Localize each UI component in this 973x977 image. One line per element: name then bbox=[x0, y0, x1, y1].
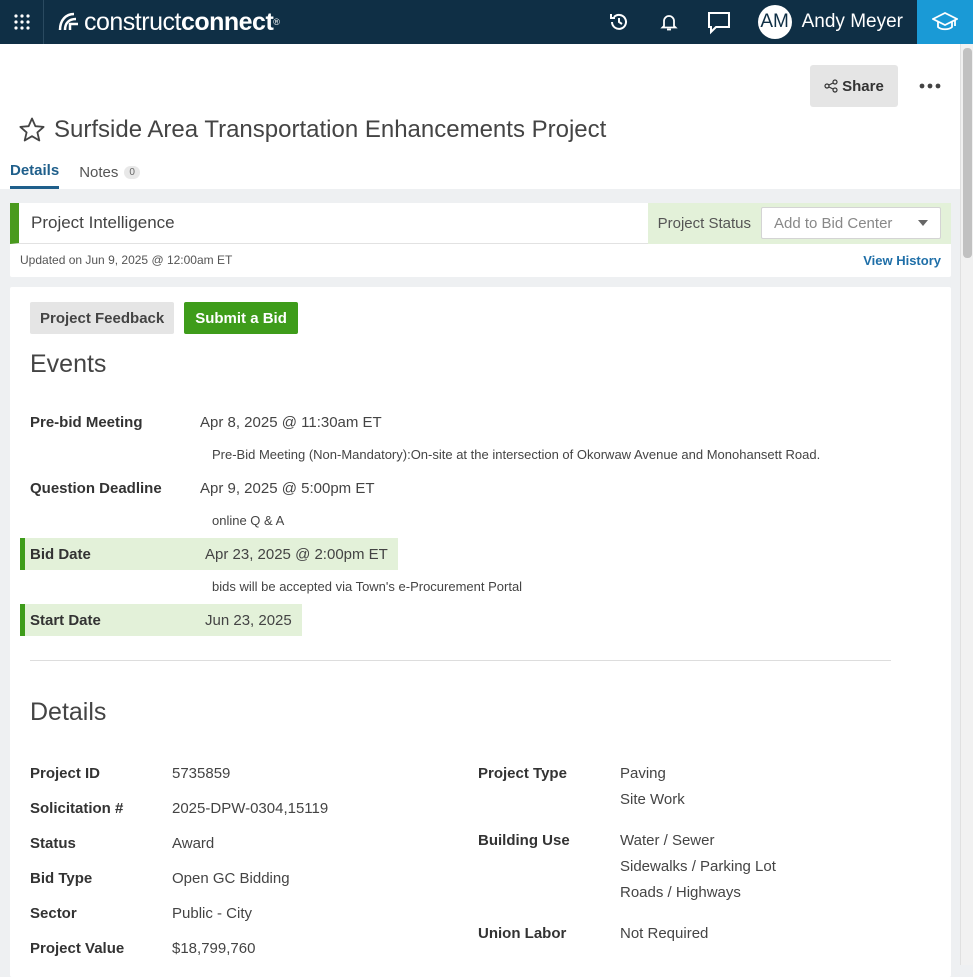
detail-value: Site Work bbox=[620, 791, 685, 808]
detail-value: $18,799,760 bbox=[172, 940, 256, 957]
view-history-link[interactable]: View History bbox=[863, 253, 941, 268]
page-title: Surfside Area Transportation Enhancement… bbox=[54, 116, 607, 143]
logo-mark-icon bbox=[58, 12, 78, 31]
project-status-label: Project Status bbox=[657, 214, 751, 232]
detail-label: Project Type bbox=[478, 765, 567, 782]
tab-details-label: Details bbox=[10, 162, 60, 179]
more-horizontal-icon bbox=[919, 83, 941, 89]
event-row-question-deadline: Question Deadline Apr 9, 2025 @ 5:00pm E… bbox=[20, 472, 385, 504]
detail-row-union-labor: Union Labor Not Required bbox=[478, 921, 708, 947]
detail-row-project-type: Project Type Paving Site Work bbox=[478, 761, 685, 813]
project-intelligence-card: Project Intelligence Project Status Add … bbox=[10, 202, 951, 277]
share-button[interactable]: Share bbox=[810, 65, 898, 107]
share-icon bbox=[824, 79, 838, 93]
more-options-button[interactable] bbox=[914, 72, 946, 100]
detail-row-status: Status Award bbox=[30, 831, 214, 857]
detail-value: Award bbox=[172, 835, 215, 852]
detail-label: Status bbox=[30, 835, 76, 852]
detail-value: Sidewalks / Parking Lot bbox=[620, 858, 776, 875]
user-name[interactable]: Andy Meyer bbox=[802, 11, 903, 33]
detail-label: Project Value bbox=[30, 940, 125, 957]
star-icon[interactable] bbox=[18, 116, 46, 144]
event-row-bid-date: Bid Date Apr 23, 2025 @ 2:00pm ET bbox=[20, 538, 398, 570]
graduation-cap-icon bbox=[932, 11, 958, 31]
event-date: Apr 23, 2025 @ 2:00pm ET bbox=[205, 545, 388, 563]
event-label: Bid Date bbox=[30, 545, 91, 563]
event-note: bids will be accepted via Town's e-Procu… bbox=[212, 579, 523, 594]
event-row-prebid: Pre-bid Meeting Apr 8, 2025 @ 11:30am ET bbox=[20, 406, 392, 438]
detail-value: Paving bbox=[620, 765, 666, 782]
events-heading: Events bbox=[30, 350, 107, 378]
grid-icon bbox=[13, 14, 30, 30]
event-date: Jun 23, 2025 bbox=[205, 611, 292, 629]
tab-notes-label: Notes bbox=[79, 163, 119, 181]
detail-label: Sector bbox=[30, 905, 77, 922]
event-label: Start Date bbox=[30, 611, 101, 629]
detail-label: Building Use bbox=[478, 832, 570, 849]
notifications-button[interactable] bbox=[644, 0, 694, 44]
avatar[interactable]: AM bbox=[757, 5, 792, 39]
event-label: Pre-bid Meeting bbox=[30, 413, 143, 431]
constructconnect-logo[interactable]: construct connect ® bbox=[56, 7, 280, 37]
detail-row-bid-type: Bid Type Open GC Bidding bbox=[30, 866, 290, 892]
detail-label: Union Labor bbox=[478, 925, 567, 942]
messages-button[interactable] bbox=[694, 0, 744, 44]
event-note: online Q & A bbox=[212, 513, 285, 528]
detail-value: Public - City bbox=[172, 905, 253, 922]
section-divider bbox=[30, 660, 891, 661]
project-intelligence-title: Project Intelligence bbox=[31, 213, 175, 232]
tab-notes[interactable]: Notes 0 bbox=[79, 162, 140, 189]
detail-value: Not Required bbox=[620, 925, 709, 942]
education-button[interactable] bbox=[917, 0, 973, 44]
project-feedback-button[interactable]: Project Feedback bbox=[30, 302, 175, 334]
logo-text-light: construct bbox=[84, 7, 181, 36]
project-details-card: Project Feedback Submit a Bid Events Pre… bbox=[10, 287, 951, 977]
registered-mark-icon: ® bbox=[273, 17, 280, 27]
bell-icon bbox=[659, 15, 678, 31]
project-header: Share Surfside Area Transportation Enhan… bbox=[0, 44, 960, 189]
history-icon bbox=[609, 13, 627, 30]
scrollbar-thumb[interactable] bbox=[963, 48, 972, 258]
project-status-select[interactable]: Add to Bid Center bbox=[761, 207, 941, 239]
share-label: Share bbox=[842, 77, 884, 95]
top-navigation-bar: construct connect ® AM Andy Meyer bbox=[0, 0, 973, 44]
event-row-start-date: Start Date Jun 23, 2025 bbox=[20, 604, 302, 636]
detail-row-project-value: Project Value $18,799,760 bbox=[30, 936, 255, 962]
app-grid-button[interactable] bbox=[0, 0, 44, 44]
history-button[interactable] bbox=[594, 0, 644, 44]
event-note: Pre-Bid Meeting (Non-Mandatory):On-site … bbox=[212, 447, 821, 462]
detail-label: Bid Type bbox=[30, 870, 93, 887]
detail-value: 2025-DPW-0304,15119 bbox=[172, 800, 329, 817]
submit-bid-button[interactable]: Submit a Bid bbox=[184, 302, 298, 334]
tab-details[interactable]: Details bbox=[10, 162, 60, 189]
detail-label: Solicitation # bbox=[30, 800, 124, 817]
detail-value: Roads / Highways bbox=[620, 884, 741, 901]
detail-value: Open GC Bidding bbox=[172, 870, 290, 887]
detail-row-building-use: Building Use Water / Sewer Sidewalks / P… bbox=[478, 828, 776, 906]
page-scrollbar[interactable] bbox=[960, 44, 973, 965]
detail-value: 5735859 bbox=[172, 765, 231, 782]
project-status-area: Project Status Add to Bid Center bbox=[647, 202, 951, 244]
updated-timestamp: Updated on Jun 9, 2025 @ 12:00am ET bbox=[20, 253, 233, 267]
detail-label: Project ID bbox=[30, 765, 101, 782]
detail-row-sector: Sector Public - City bbox=[30, 901, 252, 927]
details-heading: Details bbox=[30, 698, 107, 726]
logo-text-bold: connect bbox=[180, 7, 274, 36]
project-status-value: Add to Bid Center bbox=[774, 214, 893, 232]
event-date: Apr 9, 2025 @ 5:00pm ET bbox=[200, 479, 375, 497]
detail-row-solicitation: Solicitation # 2025-DPW-0304,15119 bbox=[30, 796, 328, 822]
event-date: Apr 8, 2025 @ 11:30am ET bbox=[200, 413, 382, 431]
tab-bar: Details Notes 0 bbox=[10, 162, 140, 189]
caret-down-icon bbox=[918, 220, 928, 226]
chat-icon bbox=[707, 12, 730, 35]
detail-row-project-id: Project ID 5735859 bbox=[30, 761, 230, 787]
detail-value: Water / Sewer bbox=[620, 832, 715, 849]
notes-count-badge: 0 bbox=[124, 165, 140, 179]
event-label: Question Deadline bbox=[30, 479, 162, 497]
